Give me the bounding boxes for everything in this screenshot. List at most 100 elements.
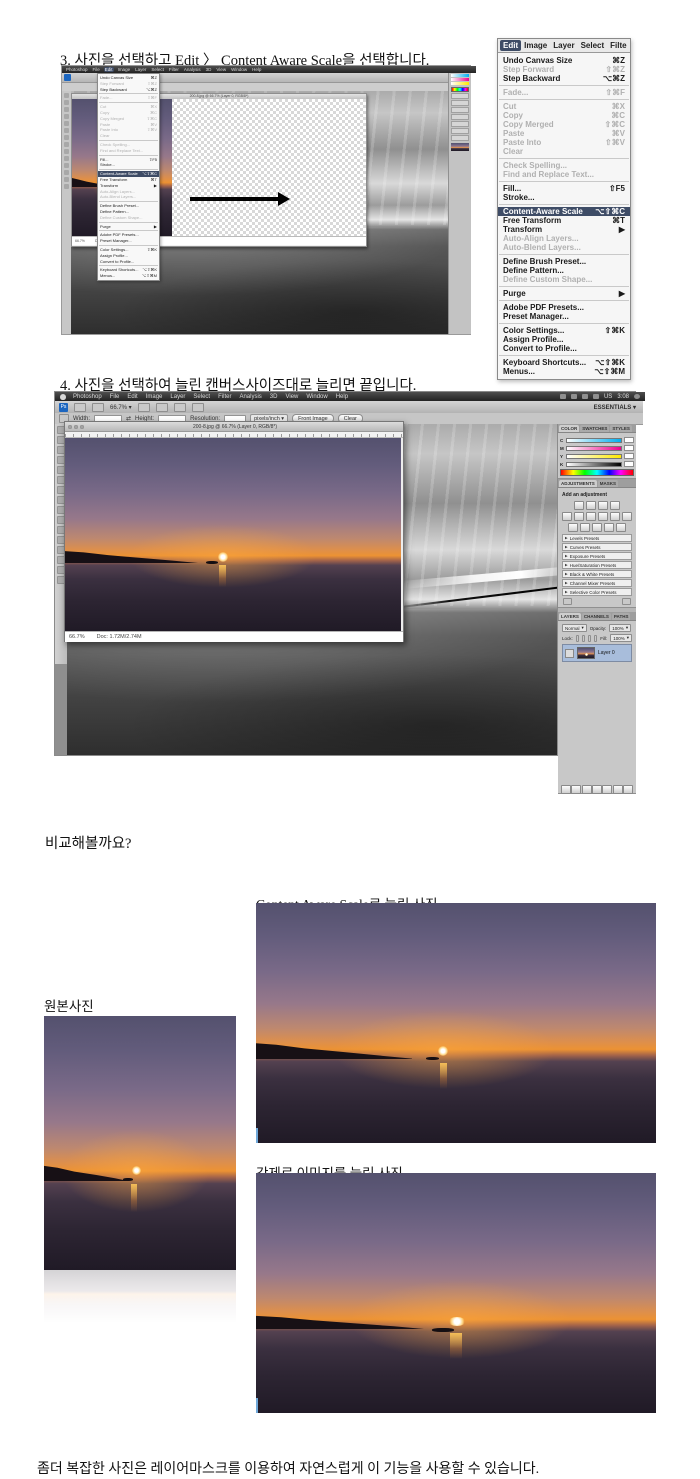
- menu-item-define-custom-shape[interactable]: Define Custom Shape...: [498, 275, 630, 284]
- menu-select[interactable]: Select: [578, 40, 608, 51]
- panel-icon[interactable]: [592, 785, 602, 794]
- statusbar-doc-size[interactable]: Doc: 1.72M/2.74M: [97, 634, 142, 640]
- workspace-switcher[interactable]: ESSENTIALS ▾: [594, 404, 639, 411]
- menubar-item-edit[interactable]: Edit: [104, 67, 114, 72]
- menubar-item-filter[interactable]: Filter: [217, 394, 232, 400]
- menu-item-preset-manager[interactable]: Preset Manager...: [98, 238, 159, 244]
- panel-icon[interactable]: [580, 523, 590, 532]
- panel-icon[interactable]: [610, 512, 620, 521]
- tool-icon[interactable]: [64, 142, 69, 147]
- menu-item-check-spelling[interactable]: Check Spelling...: [498, 161, 630, 170]
- tab-swatches[interactable]: SWATCHES: [580, 425, 609, 432]
- menu-item-adobe-pdf-presets[interactable]: Adobe PDF Presets...: [498, 303, 630, 312]
- blend-mode-select[interactable]: Normal▾: [562, 624, 587, 632]
- menu-item-find-and-replace-text[interactable]: Find and Replace Text...: [98, 148, 159, 154]
- sync-icon[interactable]: [560, 394, 566, 399]
- menu-item-convert-to-profile[interactable]: Convert to Profile...: [98, 259, 159, 265]
- window-buttons[interactable]: [65, 425, 87, 429]
- menu-item-menus[interactable]: Menus...⌥⇧⌘M: [98, 273, 159, 279]
- menubar-item-window[interactable]: Window: [230, 67, 248, 72]
- tool-icon[interactable]: [64, 93, 69, 98]
- menubar-item-select[interactable]: Select: [150, 67, 165, 72]
- panel-icon[interactable]: [622, 512, 632, 521]
- tab-masks[interactable]: MASKS: [598, 480, 618, 487]
- tool-icon[interactable]: [64, 114, 69, 119]
- tab-color[interactable]: COLOR: [559, 425, 579, 432]
- menubar-item-image[interactable]: Image: [145, 394, 164, 400]
- menubar-item-photoshop[interactable]: Photoshop: [65, 67, 89, 72]
- tool-icon[interactable]: [64, 163, 69, 168]
- menu-item-paste-into[interactable]: Paste Into⇧⌘V: [498, 138, 630, 147]
- menubar-item-select[interactable]: Select: [192, 394, 211, 400]
- tab-channels[interactable]: CHANNELS: [582, 613, 611, 620]
- tab-layers[interactable]: LAYERS: [559, 613, 581, 620]
- tool-icon[interactable]: [64, 107, 69, 112]
- panel-icon[interactable]: [571, 785, 581, 794]
- menu-item-define-brush-preset[interactable]: Define Brush Preset...: [498, 257, 630, 266]
- panel-icon[interactable]: [574, 512, 584, 521]
- color-ramp[interactable]: [560, 469, 634, 476]
- tool-icon[interactable]: [64, 184, 69, 189]
- color-slider-k[interactable]: K: [560, 461, 634, 467]
- panel-icon[interactable]: [598, 501, 608, 510]
- photoshop-logo-icon[interactable]: Ps: [59, 403, 68, 412]
- menu-item-content-aware-scale[interactable]: Content-Aware Scale⌥⇧⌘C: [498, 207, 630, 216]
- menu-item-paste[interactable]: Paste⌘V: [498, 129, 630, 138]
- menu-item-color-settings[interactable]: Color Settings...⇧⌘K: [498, 326, 630, 335]
- menubar-item-layer[interactable]: Layer: [169, 394, 186, 400]
- menu-item-purge[interactable]: Purge▶: [498, 289, 630, 298]
- menubar-item-analysis[interactable]: Analysis: [238, 394, 262, 400]
- panel-icon[interactable]: [561, 785, 571, 794]
- menubar-item-image[interactable]: Image: [117, 67, 132, 72]
- menubar-item-3d[interactable]: 3D: [269, 394, 279, 400]
- spotlight-icon[interactable]: [634, 394, 640, 399]
- panel-icon[interactable]: [568, 523, 578, 532]
- preset-channel-mixer-presets[interactable]: ▶Channel Mixer Presets: [562, 579, 632, 587]
- preset-levels-presets[interactable]: ▶Levels Presets: [562, 534, 632, 542]
- panel-icon[interactable]: [602, 785, 612, 794]
- panel-icon[interactable]: [574, 501, 584, 510]
- menubar-item-filter[interactable]: Filter: [168, 67, 180, 72]
- menu-item-keyboard-shortcuts[interactable]: Keyboard Shortcuts...⌥⇧⌘K: [498, 358, 630, 367]
- panel-icon[interactable]: [586, 512, 596, 521]
- fill-value[interactable]: 100%▾: [610, 634, 632, 642]
- preset-exposure-presets[interactable]: ▶Exposure Presets: [562, 552, 632, 560]
- panel-icon[interactable]: [604, 523, 614, 532]
- menubar-item-file[interactable]: File: [109, 394, 121, 400]
- arrange-documents-icon[interactable]: [174, 403, 186, 412]
- menu-item-define-pattern[interactable]: Define Pattern...: [498, 266, 630, 275]
- menubar-item-layer[interactable]: Layer: [134, 67, 147, 72]
- battery-icon[interactable]: [593, 394, 599, 399]
- tab-adjustments[interactable]: ADJUSTMENTS: [559, 480, 597, 487]
- menu-item-clear[interactable]: Clear: [498, 147, 630, 156]
- menu-item-fill[interactable]: Fill...⇧F5: [498, 184, 630, 193]
- layer-row[interactable]: Layer 0: [562, 644, 632, 662]
- statusbar-zoom[interactable]: 66.7%: [69, 634, 85, 640]
- document-window-large[interactable]: 200-8.jpg @ 66.7% (Layer 0, RGB/8*) 66.7…: [64, 421, 404, 642]
- lock-transparency-icon[interactable]: [576, 635, 579, 642]
- panel-icon[interactable]: [598, 512, 608, 521]
- tool-icon[interactable]: [64, 128, 69, 133]
- tool-icon[interactable]: [64, 177, 69, 182]
- menubar-item-view[interactable]: View: [284, 394, 299, 400]
- menu-item-purge[interactable]: Purge▶: [98, 224, 159, 230]
- bridge-icon[interactable]: [74, 403, 86, 412]
- menu-image[interactable]: Image: [521, 40, 550, 51]
- panel-icon[interactable]: [582, 785, 592, 794]
- menu-item-auto-align-layers[interactable]: Auto-Align Layers...: [498, 234, 630, 243]
- menu-item-assign-profile[interactable]: Assign Profile...: [498, 335, 630, 344]
- menu-item-clear[interactable]: Clear: [98, 133, 159, 139]
- menu-item-copy[interactable]: Copy⌘C: [498, 111, 630, 120]
- menu-item-define-custom-shape[interactable]: Define Custom Shape...: [98, 215, 159, 221]
- screen-mode-icon[interactable]: [192, 403, 204, 412]
- menu-item-step-forward[interactable]: Step Forward⇧⌘Z: [498, 65, 630, 74]
- rotate-view-icon[interactable]: [156, 403, 168, 412]
- menubar-item-edit[interactable]: Edit: [126, 394, 138, 400]
- tool-icon[interactable]: [64, 121, 69, 126]
- tool-icon[interactable]: [64, 149, 69, 154]
- menu-item-stroke[interactable]: Stroke...: [498, 193, 630, 202]
- menu-item-fade[interactable]: Fade...⇧⌘F: [98, 95, 159, 101]
- panel-icon[interactable]: [623, 785, 633, 794]
- menubar-item-window[interactable]: Window: [305, 394, 328, 400]
- tool-icon[interactable]: [64, 170, 69, 175]
